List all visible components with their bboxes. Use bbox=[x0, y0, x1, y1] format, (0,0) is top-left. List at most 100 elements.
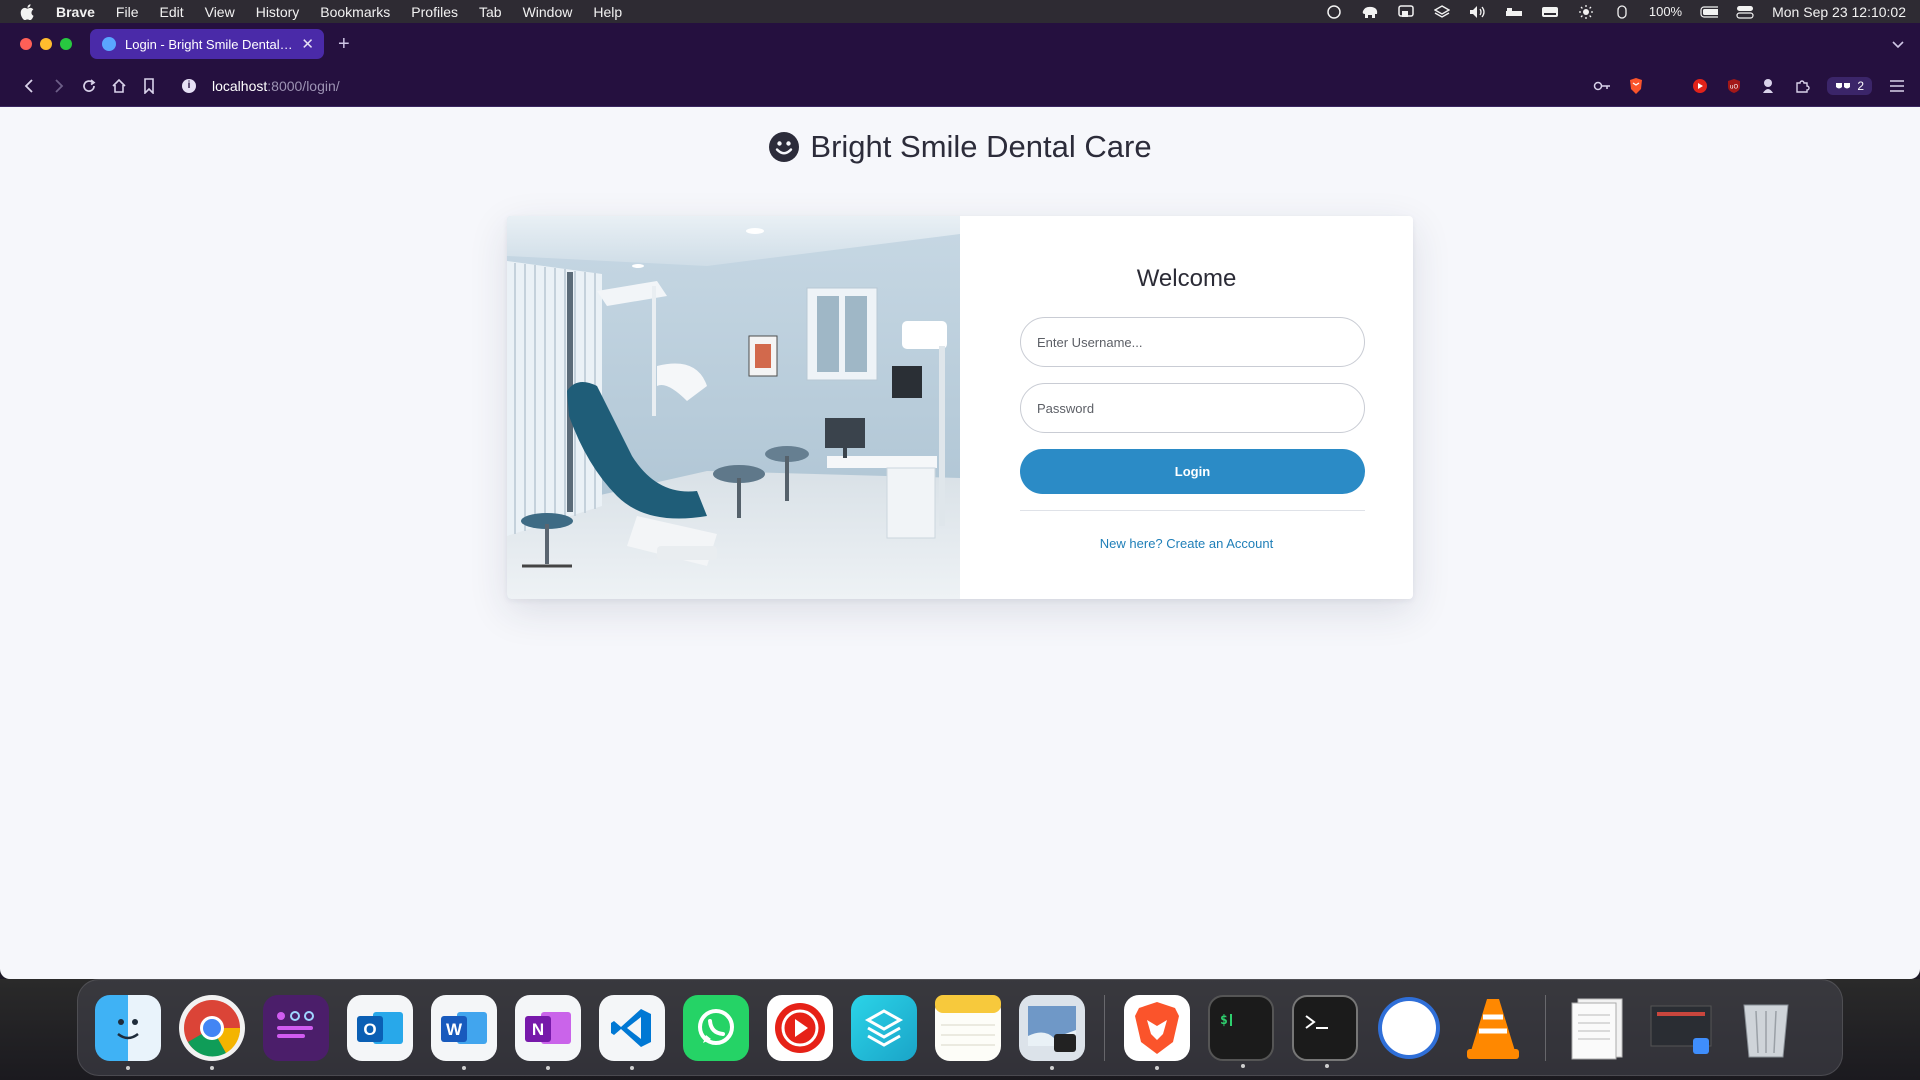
new-tab-button[interactable]: + bbox=[338, 33, 350, 56]
tab-title: Login - Bright Smile Dental Care bbox=[125, 36, 294, 52]
tab-close-icon[interactable]: ✕ bbox=[301, 35, 314, 53]
preview-icon[interactable] bbox=[1019, 994, 1085, 1070]
login-button[interactable]: Login bbox=[1020, 449, 1365, 494]
trash-icon[interactable] bbox=[1733, 995, 1799, 1061]
whatsapp-icon[interactable] bbox=[683, 994, 749, 1061]
word-icon[interactable]: W bbox=[431, 994, 497, 1070]
profile-ext-icon[interactable] bbox=[1759, 77, 1777, 95]
apple-icon[interactable] bbox=[20, 3, 36, 20]
elephant-icon[interactable] bbox=[1361, 5, 1379, 19]
wallet-button[interactable]: 2 bbox=[1827, 76, 1872, 95]
running-indicator bbox=[630, 1065, 634, 1070]
reload-icon[interactable] bbox=[74, 71, 104, 101]
tab-strip: Login - Bright Smile Dental Care ✕ + bbox=[0, 23, 1920, 65]
dock-separator bbox=[1545, 994, 1546, 1061]
hamburger-menu-icon[interactable] bbox=[1888, 77, 1906, 95]
running-indicator bbox=[1155, 1065, 1159, 1070]
running-indicator bbox=[1325, 1063, 1329, 1068]
site-info-icon[interactable]: i bbox=[182, 78, 196, 93]
ublock-icon[interactable]: uO bbox=[1725, 77, 1743, 95]
glasses-icon bbox=[1836, 82, 1851, 88]
chrome-icon[interactable] bbox=[179, 994, 245, 1070]
finder-icon[interactable] bbox=[95, 994, 161, 1070]
back-icon[interactable] bbox=[14, 71, 44, 101]
home-icon[interactable] bbox=[104, 71, 134, 101]
brand-title: Bright Smile Dental Care bbox=[810, 129, 1152, 164]
launchpad-icon[interactable] bbox=[263, 994, 329, 1061]
running-indicator bbox=[546, 1065, 550, 1070]
wallet-count: 2 bbox=[1857, 78, 1864, 93]
screen-mirror-icon[interactable] bbox=[1397, 4, 1415, 19]
dock-separator bbox=[1104, 994, 1105, 1061]
bed-icon[interactable] bbox=[1505, 5, 1523, 19]
menu-window[interactable]: Window bbox=[523, 4, 573, 20]
status-area: 100% Mon Sep 23 12:10:02 bbox=[1325, 4, 1906, 20]
circle-status-icon[interactable] bbox=[1325, 4, 1343, 19]
dental-clinic-image bbox=[507, 216, 960, 599]
youtube-ext-icon[interactable] bbox=[1691, 77, 1709, 95]
extensions-puzzle-icon[interactable] bbox=[1793, 77, 1811, 95]
menu-bookmarks[interactable]: Bookmarks bbox=[320, 4, 390, 20]
menu-profiles[interactable]: Profiles bbox=[411, 4, 458, 20]
svg-text:uO: uO bbox=[1730, 83, 1739, 90]
outlook-icon[interactable]: O bbox=[347, 994, 413, 1061]
menu-app-name[interactable]: Brave bbox=[56, 4, 95, 20]
page-viewport: Bright Smile Dental Care Welcome Enter U… bbox=[0, 107, 1920, 979]
terminal-icon[interactable] bbox=[1292, 994, 1358, 1068]
login-form: Welcome Login New here? Create an Accoun… bbox=[960, 216, 1413, 599]
forward-icon[interactable] bbox=[44, 71, 74, 101]
url-host: localhost bbox=[212, 77, 268, 94]
login-card: Welcome Login New here? Create an Accoun… bbox=[507, 216, 1413, 599]
running-indicator bbox=[1050, 1065, 1054, 1070]
battery-percent: 100% bbox=[1648, 4, 1683, 19]
control-center-icon[interactable] bbox=[1736, 5, 1754, 19]
tab-list-chevron-icon[interactable] bbox=[1892, 37, 1904, 52]
password-input[interactable] bbox=[1020, 383, 1365, 433]
terminal-icon[interactable]: $ bbox=[1208, 994, 1274, 1068]
toolbar-right: uO 2 bbox=[1593, 76, 1906, 95]
brand-header: Bright Smile Dental Care bbox=[0, 129, 1920, 165]
form-divider bbox=[1020, 510, 1365, 511]
menu-edit[interactable]: Edit bbox=[159, 4, 183, 20]
shortcuts-icon[interactable] bbox=[851, 994, 917, 1061]
minimize-window-button[interactable] bbox=[40, 38, 52, 50]
svg-text:O: O bbox=[363, 1020, 376, 1039]
vscode-icon[interactable] bbox=[599, 994, 665, 1070]
welcome-heading: Welcome bbox=[1136, 265, 1237, 292]
layers-icon[interactable] bbox=[1433, 4, 1451, 19]
menu-file[interactable]: File bbox=[116, 4, 139, 20]
youtube-icon[interactable] bbox=[767, 994, 833, 1061]
tab-active[interactable]: Login - Bright Smile Dental Care ✕ bbox=[90, 29, 324, 59]
volume-icon[interactable] bbox=[1469, 5, 1487, 19]
brave-icon[interactable] bbox=[1124, 994, 1190, 1070]
close-window-button[interactable] bbox=[20, 38, 32, 50]
menu-view[interactable]: View bbox=[205, 4, 235, 20]
zoom-window-button[interactable] bbox=[60, 38, 72, 50]
menu-clock[interactable]: Mon Sep 23 12:10:02 bbox=[1772, 4, 1906, 20]
documents-icon[interactable] bbox=[1565, 995, 1631, 1061]
keyboard-icon[interactable] bbox=[1541, 5, 1559, 19]
window-controls bbox=[20, 38, 72, 50]
address-bar[interactable]: i localhost:8000/login/ bbox=[182, 78, 1593, 94]
battery-icon[interactable] bbox=[1700, 5, 1719, 19]
bookmark-icon[interactable] bbox=[134, 71, 164, 101]
menu-bar: Brave File Edit View History Bookmarks P… bbox=[0, 0, 1920, 23]
menu-help[interactable]: Help bbox=[593, 4, 622, 20]
vlc-icon[interactable] bbox=[1460, 995, 1526, 1061]
screenshot-icon[interactable] bbox=[1649, 995, 1715, 1061]
menu-history[interactable]: History bbox=[256, 4, 300, 20]
onenote-icon[interactable]: N bbox=[515, 994, 581, 1070]
brightness-icon[interactable] bbox=[1577, 4, 1595, 19]
notes-icon[interactable] bbox=[935, 994, 1001, 1061]
running-indicator bbox=[126, 1065, 130, 1070]
mouse-icon[interactable] bbox=[1613, 4, 1631, 19]
smile-icon bbox=[769, 132, 800, 162]
create-account-link[interactable]: New here? Create an Account bbox=[960, 536, 1413, 551]
key-icon[interactable] bbox=[1593, 77, 1611, 95]
menu-tab[interactable]: Tab bbox=[479, 4, 502, 20]
url-path: :8000/login/ bbox=[267, 77, 340, 94]
svg-text:N: N bbox=[532, 1020, 544, 1039]
username-input[interactable] bbox=[1020, 317, 1365, 367]
safari-icon[interactable] bbox=[1376, 995, 1442, 1061]
brave-shields-icon[interactable] bbox=[1627, 77, 1645, 95]
